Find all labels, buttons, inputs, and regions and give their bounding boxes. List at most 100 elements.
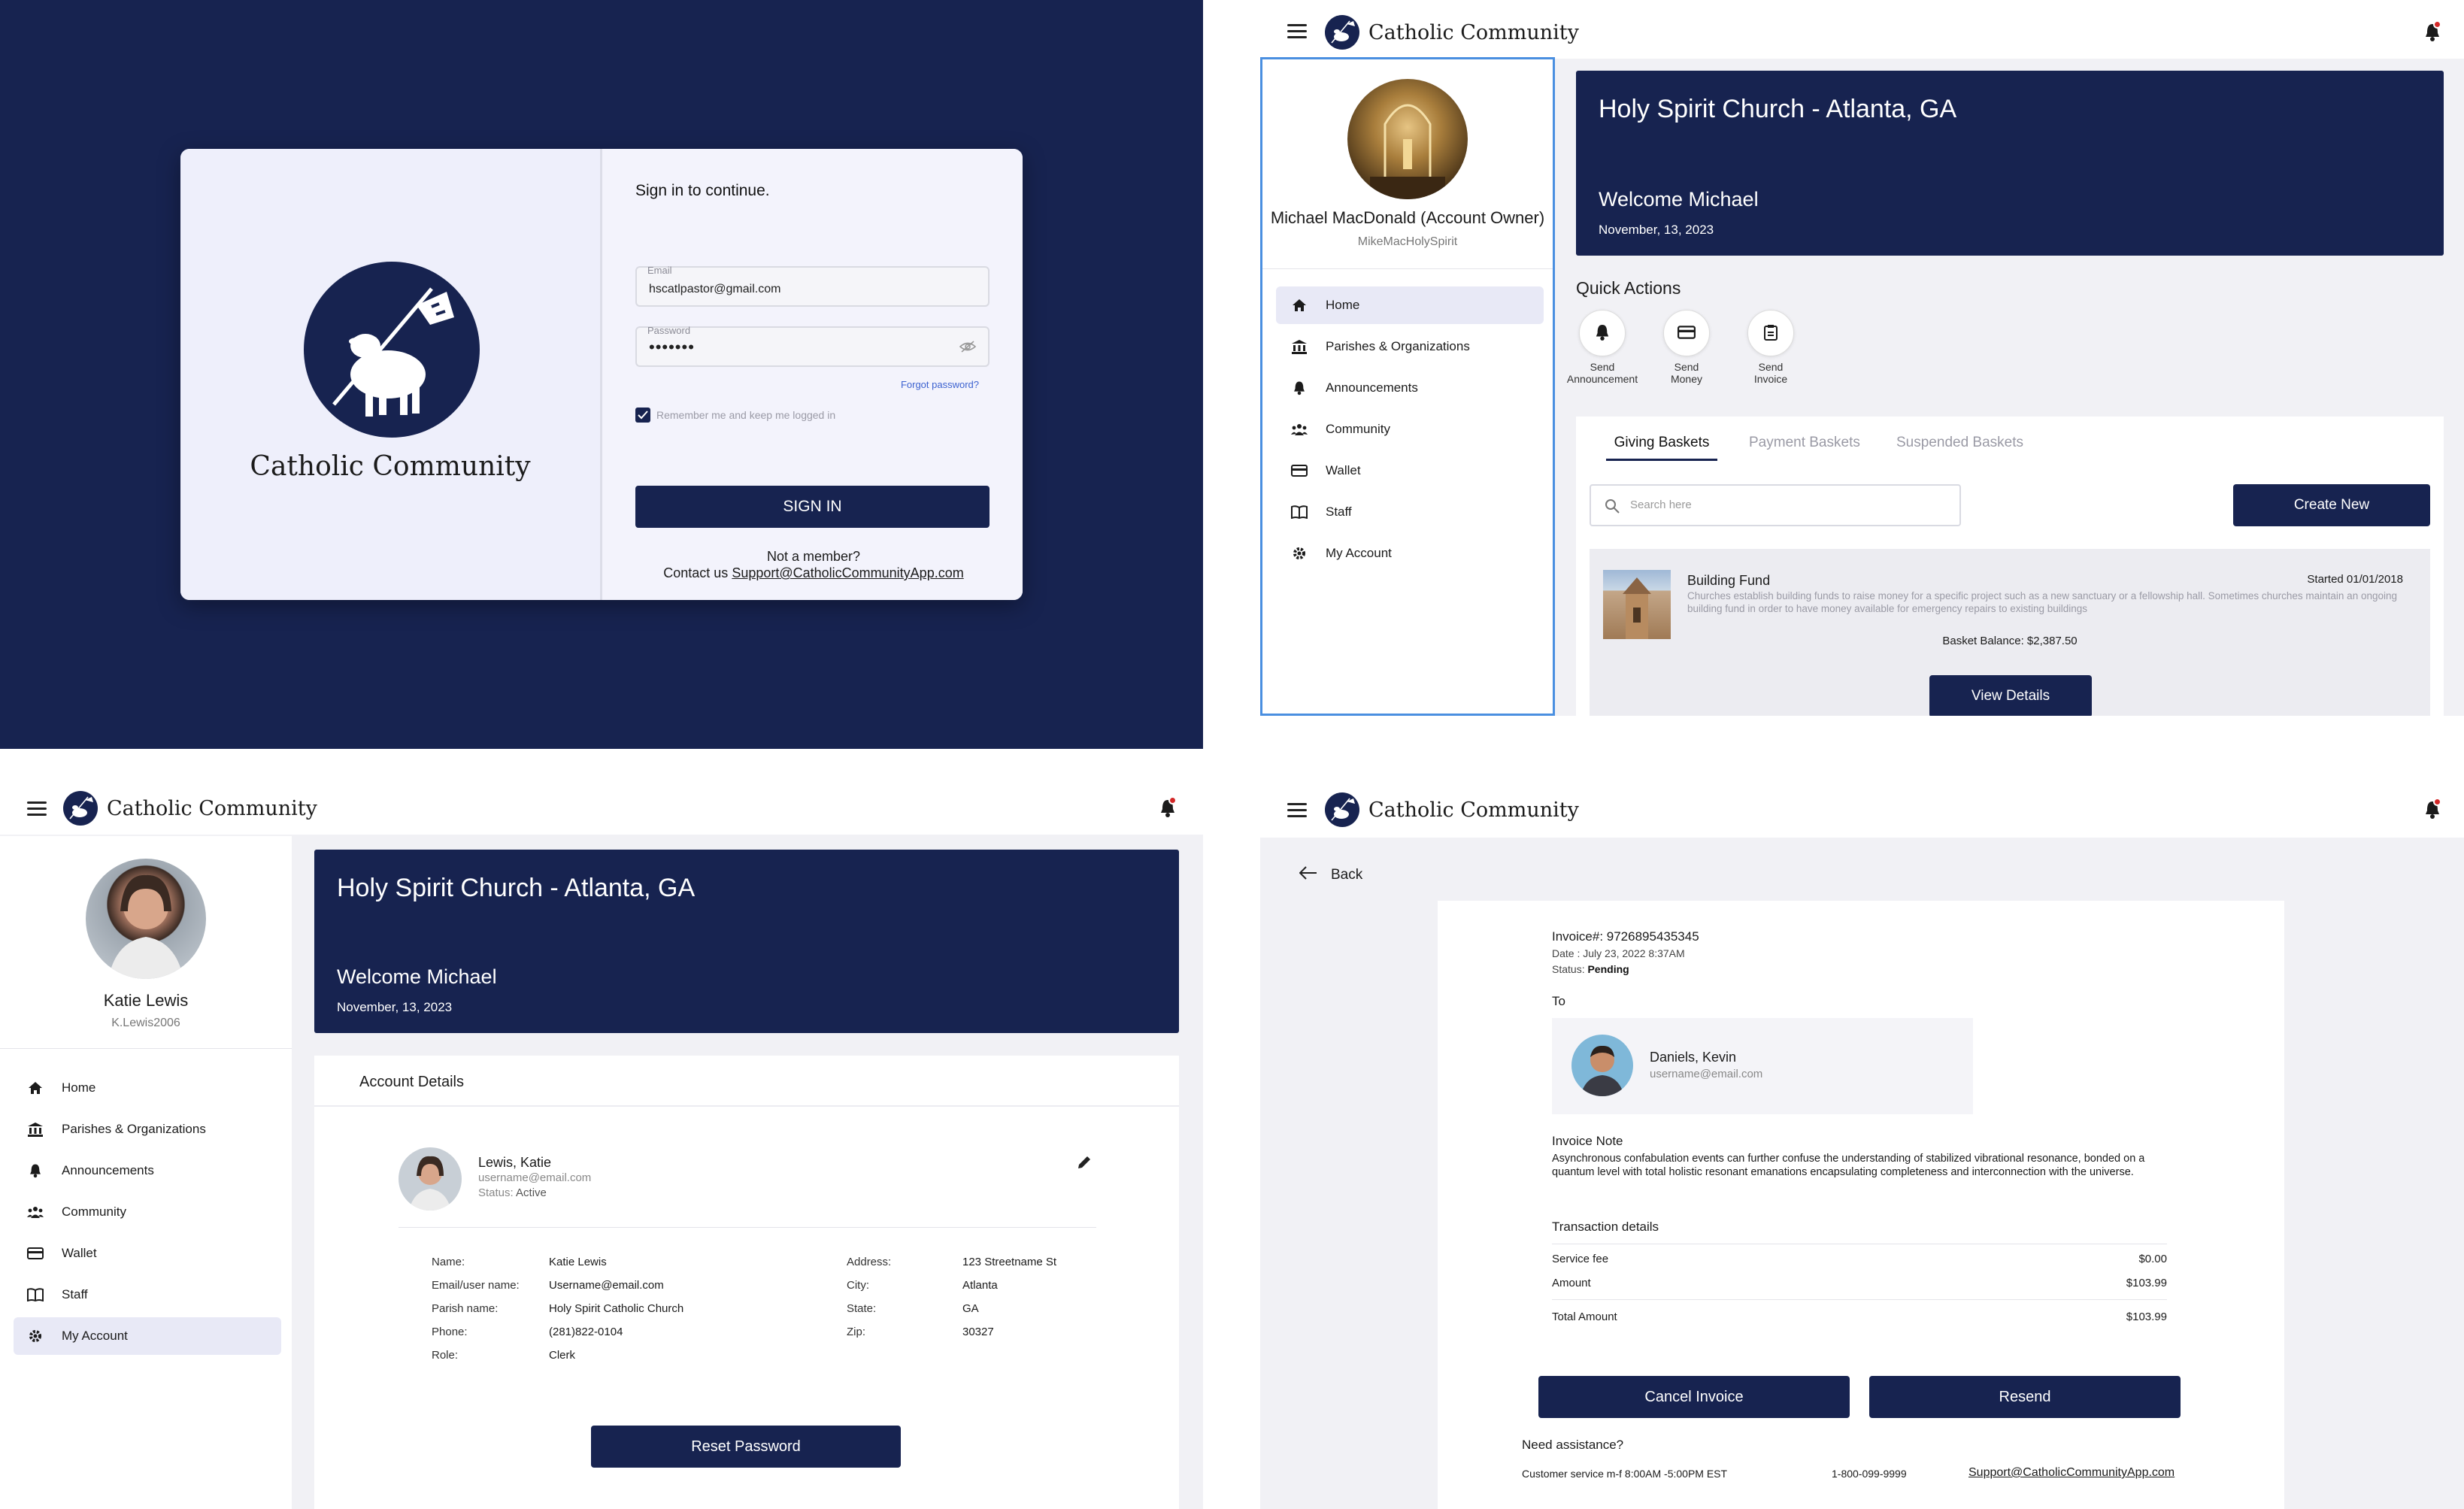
nav-my-account-label: My Account — [1326, 546, 1392, 560]
search-input[interactable]: Search here — [1590, 484, 1961, 526]
back-button[interactable]: Back — [1299, 866, 1362, 884]
nav-wallet-label: Wallet — [1326, 463, 1361, 477]
qa2-line2: Money — [1670, 373, 1703, 385]
nav-community-label: Community — [1326, 422, 1390, 436]
nav-parishes-label: Parishes & Organizations — [62, 1122, 206, 1136]
nav-announcements[interactable]: Announcements — [14, 1152, 281, 1189]
cancel-invoice-button[interactable]: Cancel Invoice — [1538, 1376, 1850, 1418]
nav-parishes[interactable]: Parishes & Organizations — [14, 1111, 281, 1148]
qa3-line2: Invoice — [1753, 373, 1788, 385]
search-icon — [1605, 498, 1620, 517]
nav-my-account[interactable]: My Account — [14, 1317, 281, 1355]
invoice-date: Date : July 23, 2022 8:37AM — [1552, 947, 1685, 959]
nav-wallet[interactable]: Wallet — [14, 1235, 281, 1272]
notification-bell-icon[interactable] — [2424, 798, 2441, 823]
invoice-number: Invoice#: 9726895435345 — [1552, 929, 1699, 944]
password-label: Password — [647, 325, 691, 336]
nav-my-account[interactable]: My Account — [1276, 535, 1544, 572]
nav-staff[interactable]: Staff — [14, 1276, 281, 1314]
nav-wallet[interactable]: Wallet — [1276, 452, 1544, 489]
arrow-left-icon — [1299, 866, 1317, 884]
password-field[interactable]: Password ••••••• — [635, 325, 990, 367]
lamb-logo-icon — [63, 791, 98, 826]
nav-announcements-label: Announcements — [62, 1163, 154, 1177]
nav-my-account-label: My Account — [62, 1329, 128, 1343]
top-app-bar: Catholic Community — [1260, 6, 2464, 59]
basket-title: Building Fund — [1687, 573, 1771, 588]
lamb-logo-icon — [1325, 15, 1359, 50]
profile-name: Michael MacDonald (Account Owner) — [1270, 208, 1545, 227]
field-label: Name: — [432, 1256, 465, 1268]
date-text: November, 13, 2023 — [1599, 223, 1714, 237]
quick-actions-title: Quick Actions — [1576, 278, 1681, 298]
card-email: username@email.com — [478, 1171, 592, 1184]
tab-giving-baskets[interactable]: Giving Baskets — [1606, 435, 1717, 461]
church-banner: Holy Spirit Church - Atlanta, GA Welcome… — [1576, 71, 2444, 256]
invoice-card: Invoice#: 9726895435345 Date : July 23, … — [1438, 901, 2284, 1509]
send-money-action[interactable]: Send Money — [1645, 310, 1728, 385]
menu-icon[interactable] — [1287, 24, 1307, 38]
account-details-panel: Account Details Lewis, Katie username@em… — [314, 1056, 1179, 1509]
bank-icon — [26, 1122, 45, 1137]
support-email-link[interactable]: Support@CatholicCommunityApp.com — [1968, 1466, 2175, 1480]
brand-name: Catholic Community — [1368, 21, 1579, 44]
tab-payment-baskets[interactable]: Payment Baskets — [1749, 435, 1860, 451]
resend-button[interactable]: Resend — [1869, 1376, 2181, 1418]
church-title: Holy Spirit Church - Atlanta, GA — [1599, 95, 1957, 123]
reset-password-button[interactable]: Reset Password — [591, 1426, 901, 1468]
create-new-button[interactable]: Create New — [2233, 484, 2430, 526]
card-icon — [1678, 325, 1696, 341]
forgot-password-link[interactable]: Forgot password? — [901, 379, 979, 390]
nav-announcements[interactable]: Announcements — [1276, 369, 1544, 407]
remember-label: Remember me and keep me logged in — [656, 409, 836, 421]
card-status: Status: Active — [478, 1186, 547, 1199]
notification-bell-icon[interactable] — [1159, 796, 1177, 822]
eye-off-icon[interactable] — [959, 340, 977, 357]
nav-parishes[interactable]: Parishes & Organizations — [1276, 328, 1544, 365]
notification-bell-icon[interactable] — [2424, 20, 2441, 46]
profile-username: K.Lewis2006 — [111, 1017, 180, 1029]
send-announcement-action[interactable]: Send Announcement — [1561, 310, 1644, 385]
bell-icon — [1290, 380, 1309, 395]
building-image — [1603, 570, 1671, 639]
email-field[interactable]: Email hscatlpastor@gmail.com — [635, 265, 990, 307]
nav-staff[interactable]: Staff — [1276, 493, 1544, 531]
transaction-value: $103.99 — [2126, 1277, 2167, 1289]
remember-checkbox[interactable] — [635, 408, 650, 423]
support-email-link[interactable]: Support@CatholicCommunityApp.com — [732, 565, 963, 580]
field-label: Address: — [847, 1256, 892, 1268]
nav-community[interactable]: Community — [1276, 411, 1544, 448]
invoice-status-label: Status: — [1552, 963, 1588, 975]
clipboard-icon — [1764, 324, 1778, 343]
menu-icon[interactable] — [27, 801, 47, 816]
field-value: 123 Streetname St — [962, 1256, 1057, 1268]
book-icon — [1290, 505, 1309, 519]
top-app-bar: Catholic Community — [1260, 749, 2464, 838]
gear-icon — [26, 1329, 45, 1344]
nav-home-label: Home — [62, 1080, 96, 1095]
invoice-status: Status: Pending — [1552, 963, 1629, 975]
menu-icon[interactable] — [1287, 803, 1307, 817]
card-name: Lewis, Katie — [478, 1155, 552, 1170]
send-invoice-action[interactable]: Send Invoice — [1729, 310, 1812, 385]
total-value: $103.99 — [2126, 1311, 2167, 1323]
transaction-value: $0.00 — [2138, 1253, 2167, 1265]
profile-username: MikeMacHolySpirit — [1357, 235, 1458, 248]
support-phone: 1-800-099-9999 — [1832, 1468, 1907, 1480]
field-value: Atlanta — [962, 1279, 998, 1292]
sign-in-button[interactable]: SIGN IN — [635, 486, 990, 528]
edit-pencil-icon[interactable] — [1077, 1155, 1092, 1174]
field-label: Zip: — [847, 1326, 866, 1338]
back-label: Back — [1331, 867, 1363, 883]
transaction-title: Transaction details — [1552, 1220, 1659, 1234]
invoice-status-value: Pending — [1587, 963, 1629, 975]
login-branding: Catholic Community — [180, 149, 600, 600]
search-placeholder: Search here — [1630, 498, 1692, 511]
nav-home[interactable]: Home — [14, 1069, 281, 1107]
view-details-button[interactable]: View Details — [1929, 675, 2092, 716]
field-label: Phone: — [432, 1326, 468, 1338]
login-screen: Catholic Community Sign in to continue. … — [0, 0, 1203, 749]
nav-home[interactable]: Home — [1276, 286, 1544, 324]
tab-suspended-baskets[interactable]: Suspended Baskets — [1896, 435, 2023, 451]
nav-community[interactable]: Community — [14, 1193, 281, 1231]
